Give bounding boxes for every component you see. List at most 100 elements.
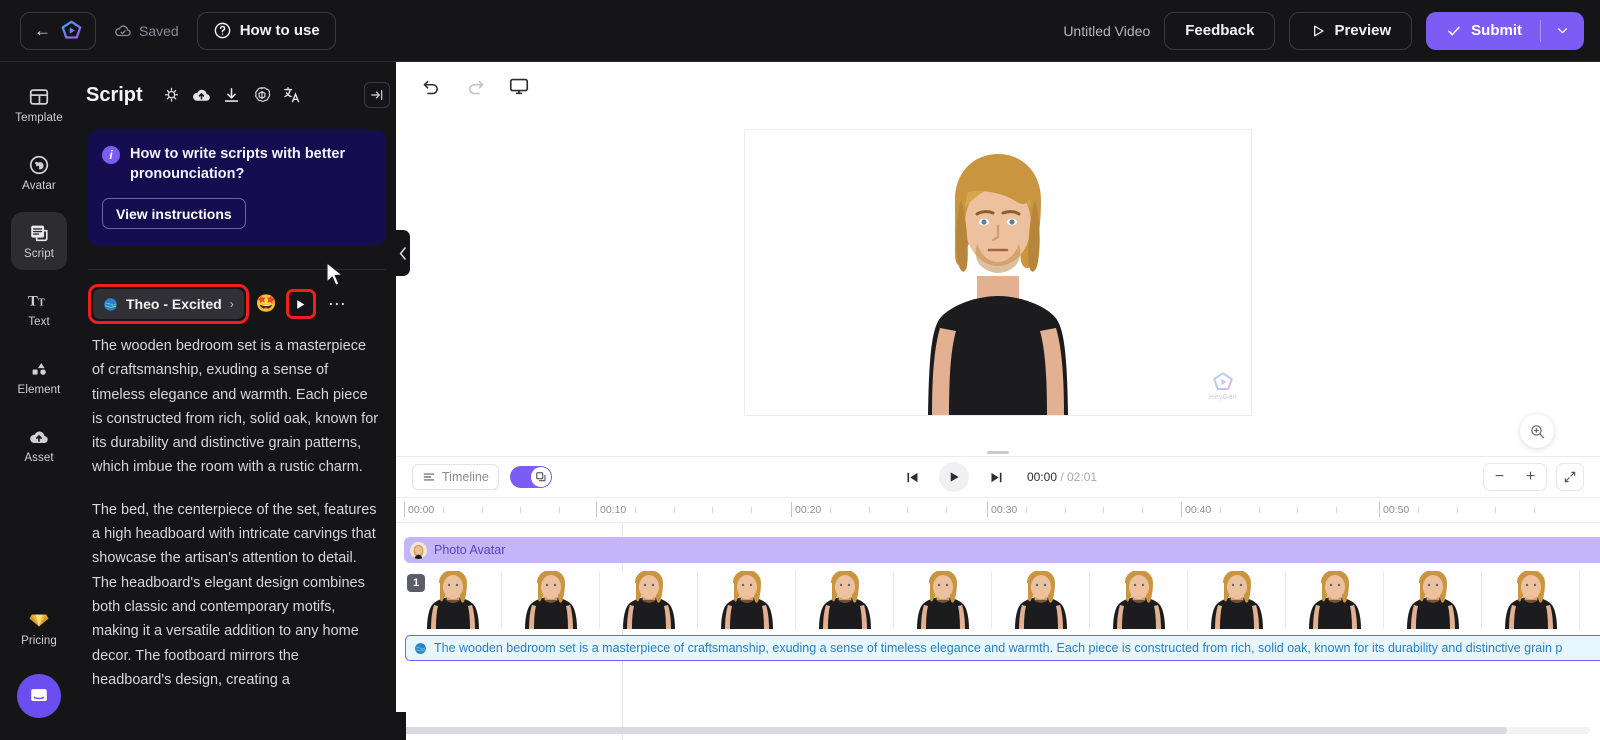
screen-icon[interactable] bbox=[506, 73, 532, 99]
sidebar-label-element: Element bbox=[17, 384, 61, 396]
ruler-tick-minor bbox=[868, 507, 870, 513]
avatar-clip-label: Photo Avatar bbox=[434, 543, 506, 557]
sidebar-item-script[interactable]: Script bbox=[11, 212, 67, 270]
view-instructions-button[interactable]: View instructions bbox=[102, 198, 246, 229]
voice-selector-highlight: Theo - Excited › bbox=[88, 284, 249, 324]
sidebar-item-avatar[interactable]: Avatar bbox=[11, 144, 67, 202]
editor-body: Template Avatar Script T T Text Element … bbox=[0, 62, 1600, 740]
canvas-zoom-button[interactable] bbox=[1520, 414, 1554, 448]
zoom-out-button[interactable]: − bbox=[1484, 468, 1515, 486]
timeline-mode-toggle[interactable] bbox=[509, 466, 552, 488]
stage-toolbar bbox=[396, 62, 1600, 110]
zoom-group: − + bbox=[1483, 463, 1547, 491]
intercom-chat-button[interactable] bbox=[17, 674, 61, 718]
fit-to-screen-button[interactable] bbox=[1556, 463, 1584, 491]
skip-end-icon bbox=[990, 472, 1001, 482]
sidebar-label-asset: Asset bbox=[24, 452, 54, 464]
script-text-area[interactable]: The wooden bedroom set is a masterpiece … bbox=[78, 324, 396, 740]
back-home-button[interactable]: ← bbox=[20, 11, 96, 50]
chevron-left-icon bbox=[399, 246, 406, 260]
feedback-button[interactable]: Feedback bbox=[1164, 11, 1276, 50]
timeline-tracks: Photo Avatar 1 The wooden bedroom set is… bbox=[396, 523, 1600, 740]
ruler-tick-minor bbox=[1219, 507, 1221, 513]
star-struck-emoji[interactable]: 🤩 bbox=[256, 294, 277, 314]
voice-avatar-icon bbox=[104, 297, 117, 311]
avatar-filmstrip[interactable] bbox=[404, 571, 1600, 629]
asset-upload-icon bbox=[30, 431, 48, 443]
play-button-highlight bbox=[285, 289, 316, 319]
ruler-tick-major bbox=[791, 502, 792, 517]
timeline-scrollbar-thumb[interactable] bbox=[404, 727, 1507, 734]
skip-to-end-button[interactable] bbox=[983, 464, 1009, 490]
current-time: 00:00 bbox=[1026, 470, 1057, 484]
translate-icon[interactable] bbox=[277, 80, 307, 110]
more-horizontal-icon[interactable]: ⋯ bbox=[328, 294, 347, 315]
panel-collapse-button[interactable] bbox=[364, 82, 390, 108]
sidebar-item-pricing[interactable]: Pricing bbox=[11, 600, 67, 658]
fit-screen-icon bbox=[1564, 471, 1576, 483]
toggle-knob bbox=[530, 467, 551, 487]
panel-collapse-tab[interactable] bbox=[396, 230, 410, 276]
ruler-tick-minor bbox=[559, 507, 561, 513]
redo-icon[interactable] bbox=[462, 73, 488, 99]
video-title[interactable]: Untitled Video bbox=[1063, 23, 1150, 39]
ruler-tick-minor bbox=[1103, 507, 1105, 513]
cloud-upload-icon[interactable] bbox=[187, 80, 217, 110]
submit-button[interactable]: Submit bbox=[1426, 11, 1584, 50]
sidebar-item-text[interactable]: T T Text bbox=[11, 280, 67, 338]
saved-status: Saved bbox=[114, 22, 179, 40]
how-to-use-button[interactable]: How to use bbox=[196, 11, 336, 50]
timeline-view-label: Timeline bbox=[442, 470, 489, 484]
sidebar-item-asset[interactable]: Asset bbox=[11, 416, 67, 474]
timeline-ruler[interactable]: 00:00 00:10 00:20 00:30 00:40 00:50 bbox=[396, 497, 1600, 523]
filmstrip-frame bbox=[1286, 571, 1384, 629]
sidebar-item-template[interactable]: Template bbox=[11, 76, 67, 134]
voice-toolbar: Theo - Excited › 🤩 ⋯ bbox=[78, 262, 396, 324]
play-button[interactable] bbox=[938, 462, 969, 492]
play-icon bbox=[950, 472, 959, 482]
timeline-view-button[interactable]: Timeline bbox=[412, 464, 499, 490]
sidebar-label-pricing: Pricing bbox=[21, 635, 57, 647]
submit-label: Submit bbox=[1471, 22, 1522, 39]
voice-preview-play-button[interactable] bbox=[290, 293, 312, 315]
ruler-tick-major bbox=[1181, 502, 1182, 517]
timeline-scrollbar[interactable] bbox=[404, 727, 1590, 734]
ruler-tick-minor bbox=[712, 507, 714, 513]
ruler-tick-minor bbox=[1064, 507, 1066, 513]
avatar-track-clip[interactable]: Photo Avatar bbox=[404, 537, 1600, 563]
drag-handle-icon[interactable] bbox=[987, 451, 1009, 454]
sidebar-item-element[interactable]: Element bbox=[11, 348, 67, 406]
submit-dropdown-button[interactable] bbox=[1541, 23, 1584, 38]
script-clip-text: The wooden bedroom set is a masterpiece … bbox=[434, 641, 1563, 655]
filmstrip-frame bbox=[1188, 571, 1286, 629]
top-bar-actions: Untitled Video Feedback Preview Submit bbox=[1063, 11, 1584, 50]
zoom-in-button[interactable]: + bbox=[1515, 468, 1546, 486]
stage-area: HeyGen Timeline 00:00 / 02:01 − + 00:00 … bbox=[396, 62, 1600, 740]
ruler-tick-minor bbox=[481, 507, 483, 513]
skip-to-start-button[interactable] bbox=[899, 464, 925, 490]
ruler-tick-major bbox=[987, 502, 988, 517]
video-canvas[interactable]: HeyGen bbox=[744, 129, 1252, 416]
voice-selector[interactable]: Theo - Excited › bbox=[93, 289, 244, 319]
ruler-tick-minor bbox=[907, 507, 909, 513]
undo-icon[interactable] bbox=[418, 73, 444, 99]
saved-label: Saved bbox=[139, 22, 179, 39]
sidebar-label-text: Text bbox=[28, 316, 50, 328]
time-separator: / bbox=[1056, 470, 1068, 484]
ruler-tick-minor bbox=[634, 507, 636, 513]
globe-icon bbox=[415, 642, 426, 654]
track-left-gutter bbox=[396, 523, 404, 740]
preview-button[interactable]: Preview bbox=[1289, 11, 1413, 50]
intercom-chat-icon bbox=[31, 689, 47, 702]
diamond-icon bbox=[29, 614, 49, 627]
avatar-preview-image bbox=[928, 154, 1068, 415]
timeline-zoom-controls: − + bbox=[1483, 463, 1584, 491]
download-icon[interactable] bbox=[217, 80, 247, 110]
ruler-label: 00:50 bbox=[1383, 504, 1410, 516]
ruler-label: 00:40 bbox=[1185, 504, 1212, 516]
script-track-clip[interactable]: The wooden bedroom set is a masterpiece … bbox=[405, 635, 1600, 661]
info-text: How to write scripts with better pronoun… bbox=[130, 146, 346, 182]
lightbulb-icon[interactable] bbox=[157, 80, 187, 110]
openai-icon[interactable] bbox=[247, 80, 277, 110]
filmstrip-frame bbox=[1482, 571, 1580, 629]
